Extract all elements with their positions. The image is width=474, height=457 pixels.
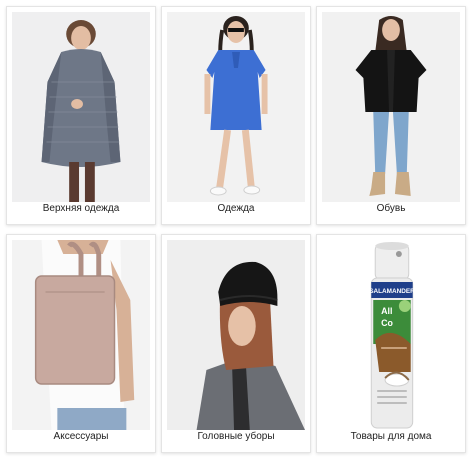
category-image-outerwear[interactable] <box>12 12 150 202</box>
leather-backpack-photo <box>12 240 150 430</box>
category-grid: Верхняя одежда Одежда Обувь Аксессуары Г… <box>0 0 474 457</box>
spray-brand-text: SALAMANDER <box>369 288 415 295</box>
spray-line1-text: All <box>381 306 392 316</box>
category-label[interactable]: Головные уборы <box>162 424 310 452</box>
category-card-accessories[interactable]: Аксессуары <box>6 234 156 453</box>
category-image-home-goods[interactable]: SALAMANDER All Co <box>322 240 460 430</box>
category-label[interactable]: Товары для дома <box>317 424 465 452</box>
category-card-headwear[interactable]: Головные уборы <box>161 234 311 453</box>
category-image-shoes[interactable] <box>322 12 460 202</box>
category-image-headwear[interactable] <box>167 240 305 430</box>
category-card-home-goods[interactable]: SALAMANDER All Co Товары для дома <box>316 234 466 453</box>
spray-can-photo: SALAMANDER All Co <box>322 240 460 430</box>
category-card-outerwear[interactable]: Верхняя одежда <box>6 6 156 225</box>
category-label[interactable]: Одежда <box>162 196 310 224</box>
black-coat-boots-photo <box>322 12 460 202</box>
category-image-clothing[interactable] <box>167 12 305 202</box>
blue-dress-photo <box>167 12 305 202</box>
category-image-accessories[interactable] <box>12 240 150 430</box>
fur-coat-photo <box>12 12 150 202</box>
category-label[interactable]: Обувь <box>317 196 465 224</box>
black-beanie-photo <box>167 240 305 430</box>
category-label[interactable]: Аксессуары <box>7 424 155 452</box>
category-card-clothing[interactable]: Одежда <box>161 6 311 225</box>
spray-line2-text: Co <box>381 318 393 328</box>
category-label[interactable]: Верхняя одежда <box>7 196 155 224</box>
category-card-shoes[interactable]: Обувь <box>316 6 466 225</box>
